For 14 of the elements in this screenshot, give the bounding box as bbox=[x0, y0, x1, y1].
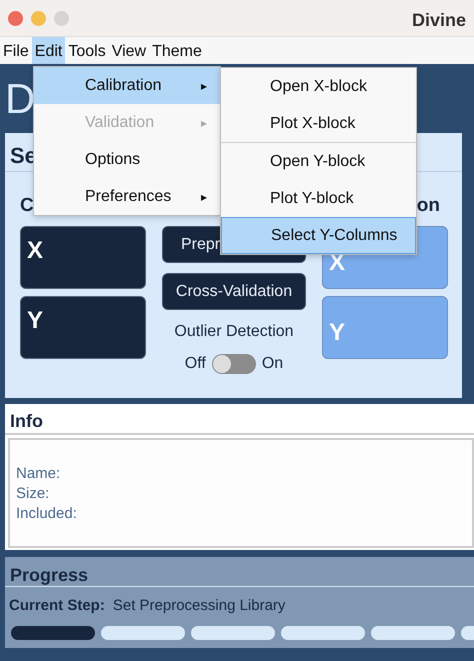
column-heading: on bbox=[416, 195, 440, 216]
panel-title: Info bbox=[5, 404, 474, 435]
on-label: On bbox=[262, 354, 284, 374]
panel-title: Progress bbox=[5, 557, 474, 587]
current-step-value: Set Preprocessing Library bbox=[112, 596, 286, 616]
off-label: Off bbox=[184, 354, 206, 374]
outlier-detection-label: Outlier Detection bbox=[173, 322, 295, 342]
info-label: Name: bbox=[16, 465, 60, 482]
info-label: Size: bbox=[16, 485, 50, 502]
info-label: Included: bbox=[16, 505, 77, 522]
page-heading: D bbox=[5, 75, 36, 122]
current-step-label: Current Step: bbox=[9, 596, 105, 616]
window-title: Divine bbox=[412, 9, 466, 32]
column-heading: C bbox=[20, 195, 34, 216]
